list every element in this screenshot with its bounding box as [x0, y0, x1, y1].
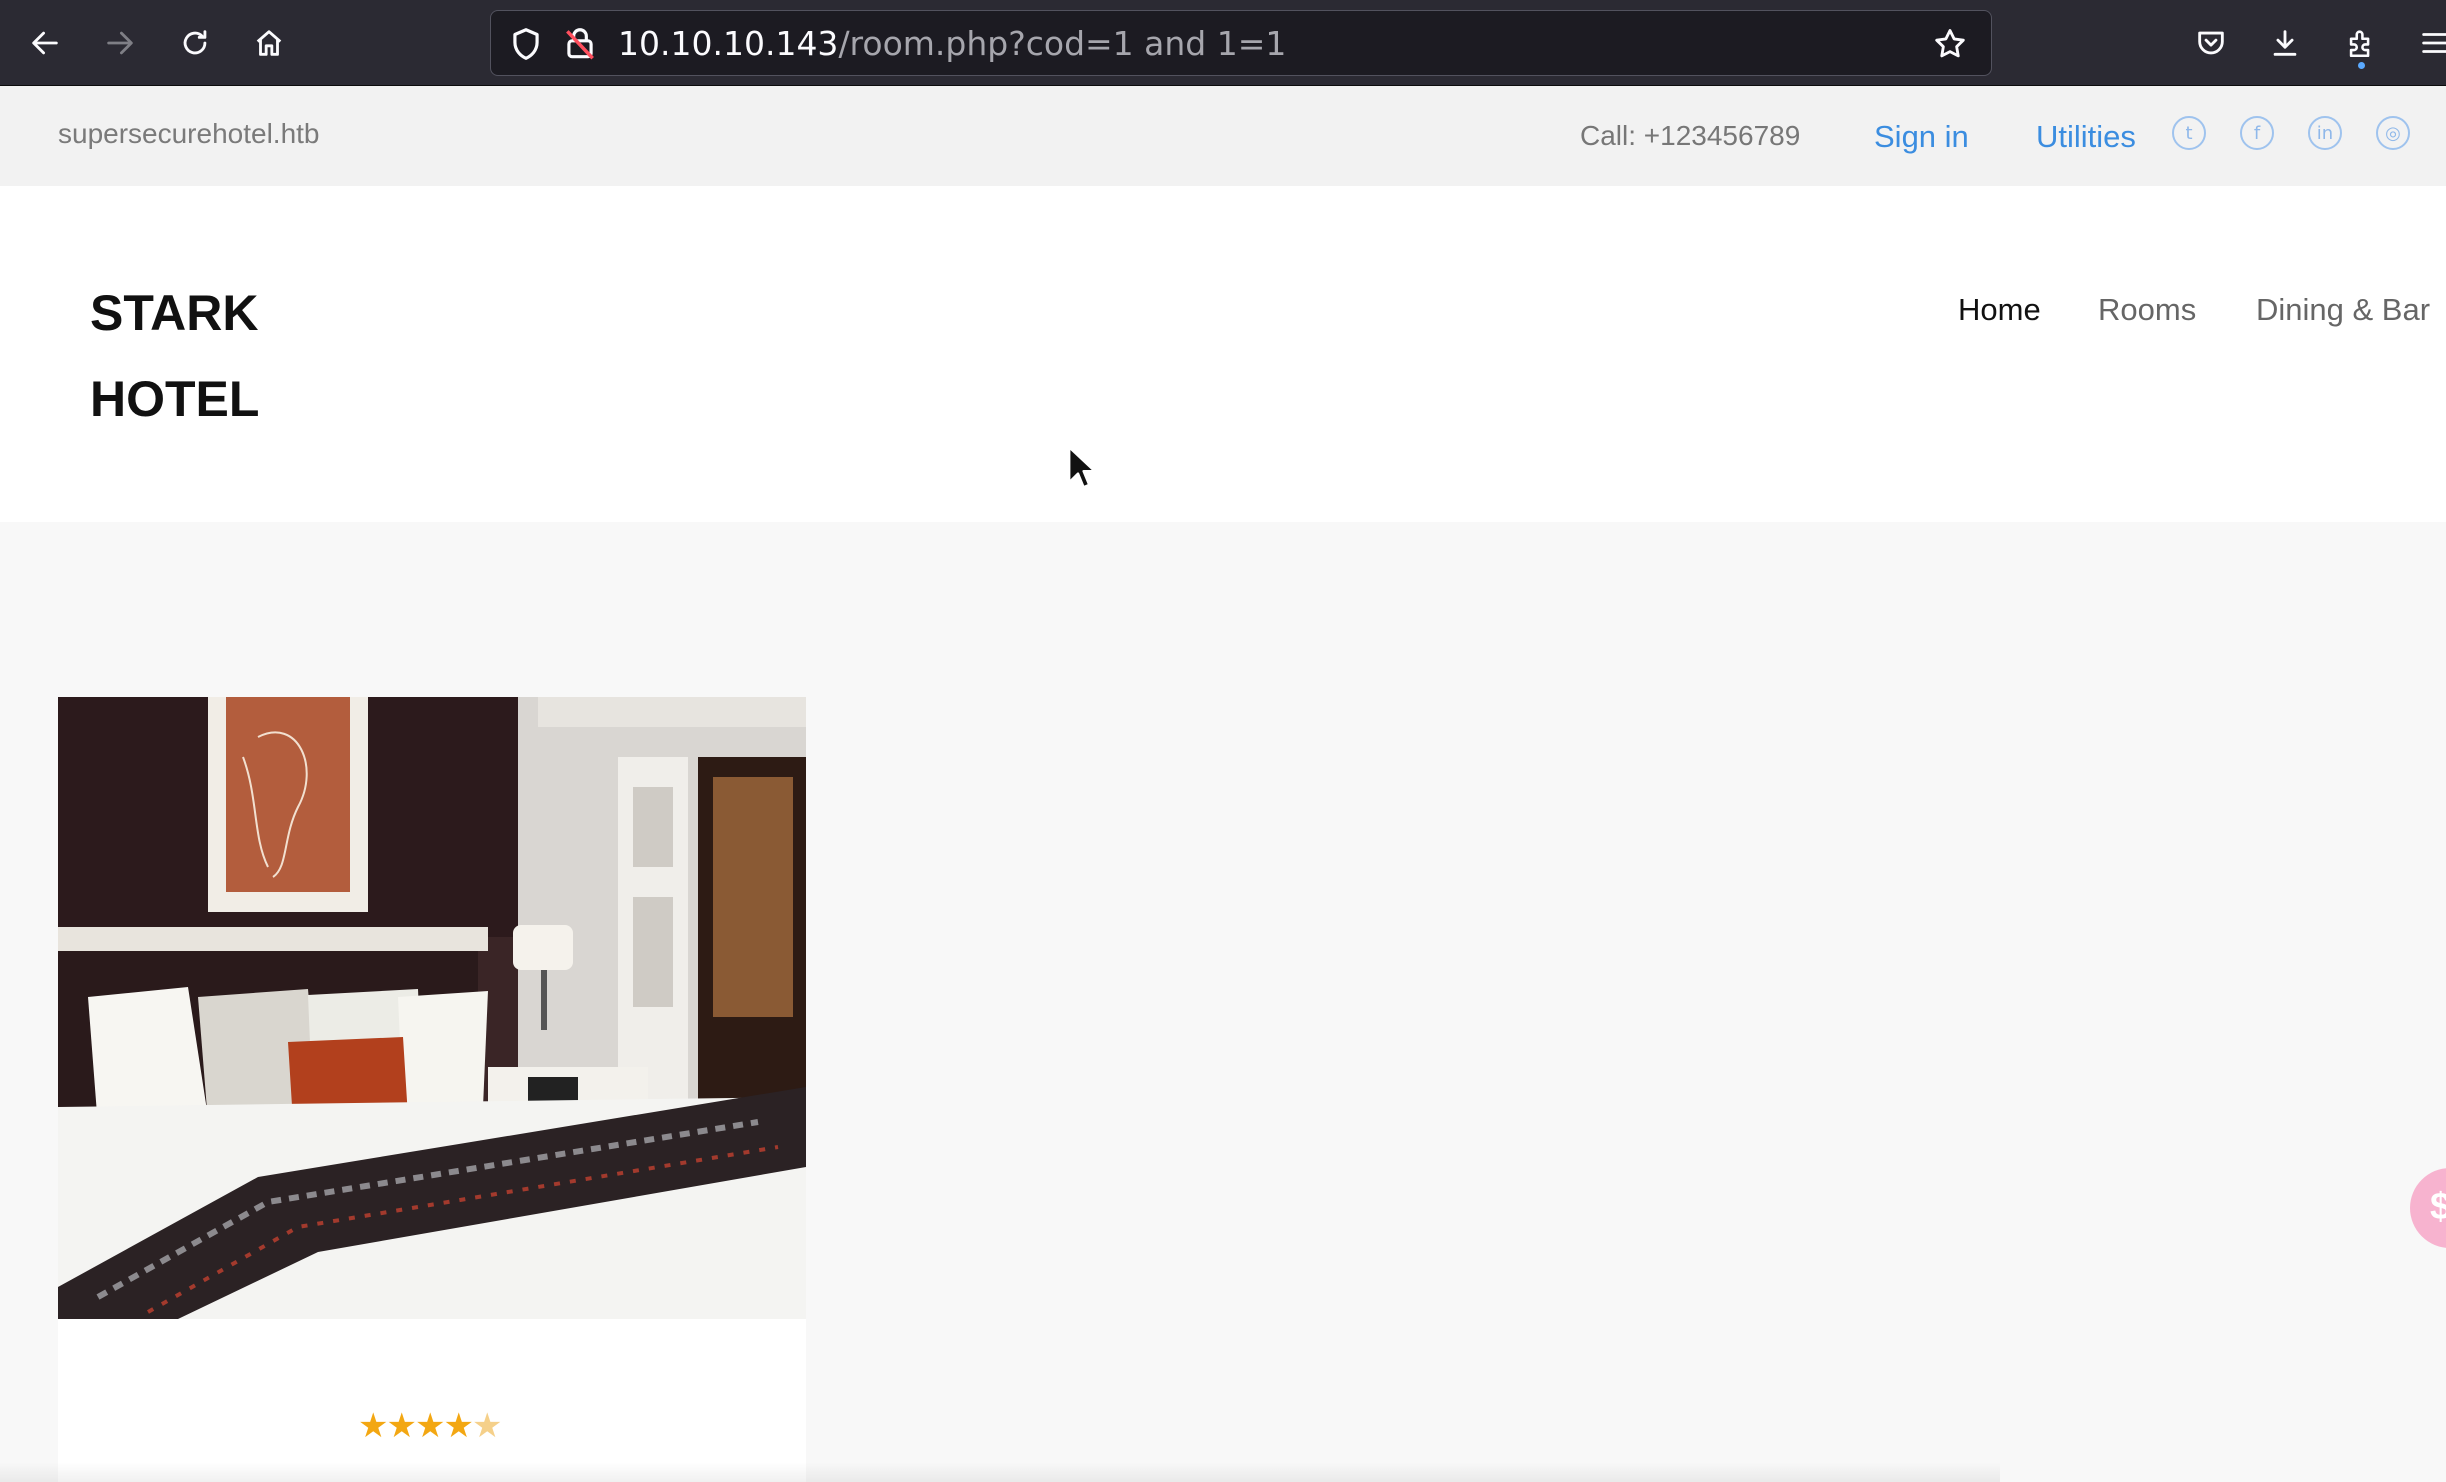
nav-rooms[interactable]: Rooms — [2098, 292, 2196, 328]
url-host: 10.10.10.143 — [618, 24, 839, 63]
site-domain: supersecurehotel.htb — [58, 118, 320, 149]
linkedin-icon[interactable]: in — [2308, 116, 2342, 150]
dribbble-icon[interactable]: ◎ — [2376, 116, 2410, 150]
mouse-cursor-icon — [1068, 446, 1096, 489]
browser-toolbar: 10.10.10.143/room.php?cod=1 and 1=1 — [0, 0, 2446, 86]
twitter-icon[interactable]: t — [2172, 116, 2206, 150]
chat-icon: $ — [2430, 1186, 2446, 1228]
room-star-rating: ★★★★★ — [358, 1406, 503, 1446]
site-logo[interactable]: STARK HOTEL — [90, 270, 259, 442]
pocket-button[interactable] — [2186, 18, 2236, 68]
logo-line-1: STARK — [90, 285, 259, 341]
star-empty-icon: ★ — [471, 1406, 503, 1446]
extension-badge-dot — [2358, 62, 2365, 69]
reload-button[interactable] — [167, 15, 223, 71]
phone-number: Call: +123456789 — [1580, 120, 1801, 151]
logo-line-2: HOTEL — [90, 371, 260, 427]
url-bar[interactable]: 10.10.10.143/room.php?cod=1 and 1=1 — [490, 10, 1992, 76]
extensions-button[interactable] — [2336, 18, 2386, 69]
sign-in-link[interactable]: Sign in — [1874, 119, 1969, 155]
hotel-bedroom-photo[interactable] — [58, 697, 806, 1319]
star-filled-icon: ★ — [386, 1406, 417, 1446]
reload-icon — [183, 30, 207, 55]
utilities-link[interactable]: Utilities — [2036, 119, 2136, 155]
page-fold-shadow — [0, 1462, 2000, 1482]
star-filled-icon: ★ — [358, 1406, 389, 1446]
star-filled-icon: ★ — [443, 1406, 474, 1446]
extensions-icon — [2349, 30, 2370, 58]
app-menu-button[interactable] — [2410, 18, 2446, 68]
forward-icon — [107, 31, 133, 55]
floating-chat-button[interactable]: $ — [2410, 1168, 2446, 1248]
nav-home[interactable]: Home — [1958, 292, 2041, 328]
url-path: /room.php?cod=1 and 1=1 — [838, 24, 1287, 63]
back-button[interactable] — [17, 15, 73, 71]
shield-icon[interactable] — [507, 25, 545, 63]
download-icon — [2273, 30, 2297, 56]
site-header — [0, 186, 2446, 522]
nav-dining-bar[interactable]: Dining & Bar — [2256, 292, 2430, 328]
star-filled-icon: ★ — [414, 1406, 446, 1446]
bookmark-star-icon[interactable] — [1931, 25, 1969, 63]
menu-icon — [2422, 33, 2446, 53]
downloads-button[interactable] — [2260, 18, 2310, 68]
bedroom-illustration — [58, 697, 806, 1319]
home-icon — [256, 30, 282, 56]
url-text[interactable]: 10.10.10.143/room.php?cod=1 and 1=1 — [618, 25, 1286, 63]
forward-button[interactable] — [92, 15, 148, 71]
facebook-icon[interactable]: f — [2240, 116, 2274, 150]
home-button[interactable] — [241, 15, 297, 71]
back-icon — [32, 31, 58, 55]
insecure-lock-icon[interactable] — [561, 25, 599, 63]
pocket-icon — [2198, 31, 2224, 55]
